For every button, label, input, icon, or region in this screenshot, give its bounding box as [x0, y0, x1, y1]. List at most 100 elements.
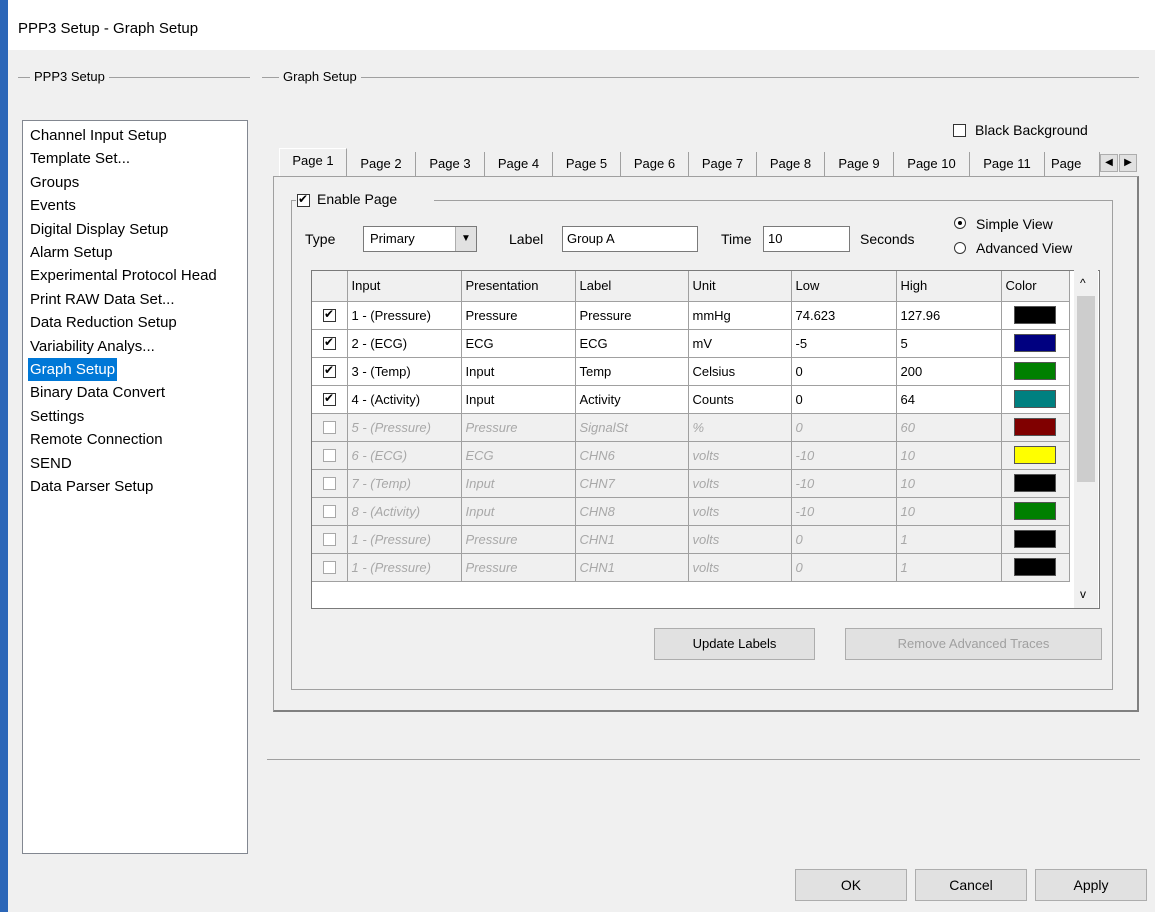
nav-item[interactable]: Events [28, 194, 78, 217]
cell-high[interactable]: 127.96 [896, 301, 1002, 330]
color-swatch[interactable] [1013, 502, 1056, 520]
grid-scroll-thumb[interactable] [1077, 296, 1095, 482]
row-enable-checkbox[interactable]: ✔ [323, 307, 336, 322]
cell-presentation[interactable]: ECG [461, 441, 576, 470]
color-swatch[interactable] [1013, 390, 1056, 408]
cell-unit[interactable]: Counts [688, 385, 792, 414]
color-swatch[interactable] [1013, 558, 1056, 576]
cell-presentation[interactable]: Pressure [461, 553, 576, 582]
cell-low[interactable]: -10 [791, 469, 897, 498]
tab-page[interactable]: Page [1045, 152, 1100, 178]
cell-low[interactable]: 0 [791, 553, 897, 582]
cell-low[interactable]: 74.623 [791, 301, 897, 330]
cell-presentation[interactable]: Input [461, 385, 576, 414]
table-row[interactable]: 7 - (Temp) Input CHN7 volts -10 10 [312, 469, 1070, 498]
cell-color[interactable] [1001, 385, 1070, 414]
cell-unit[interactable]: volts [688, 553, 792, 582]
enable-page-checkbox[interactable]: ✔ [297, 192, 310, 207]
row-enable-checkbox[interactable] [323, 448, 336, 462]
tab-scroll-right-button[interactable]: ▶ [1119, 154, 1137, 172]
cell-presentation[interactable]: Pressure [461, 525, 576, 554]
nav-item[interactable]: Template Set... [28, 147, 132, 170]
color-swatch[interactable] [1013, 474, 1056, 492]
nav-item[interactable]: Experimental Protocol Head [28, 264, 219, 287]
cell-input[interactable]: 3 - (Temp) [347, 357, 462, 386]
nav-item[interactable]: Groups [28, 171, 81, 194]
cell-high[interactable]: 1 [896, 553, 1002, 582]
advanced-view-radio[interactable] [954, 242, 966, 254]
cell-presentation[interactable]: Input [461, 497, 576, 526]
table-row[interactable]: 1 - (Pressure) Pressure CHN1 volts 0 1 [312, 553, 1070, 582]
row-enable-checkbox[interactable] [323, 504, 336, 518]
cell-low[interactable]: -10 [791, 441, 897, 470]
tab-page-8[interactable]: Page 8 [757, 152, 825, 178]
cell-label[interactable]: CHN7 [575, 469, 689, 498]
color-swatch[interactable] [1013, 334, 1056, 352]
cell-input[interactable]: 6 - (ECG) [347, 441, 462, 470]
cell-color[interactable] [1001, 413, 1070, 442]
apply-button[interactable]: Apply [1035, 869, 1147, 901]
tab-page-1[interactable]: Page 1 [279, 148, 347, 178]
label-input[interactable]: Group A [562, 226, 698, 252]
table-row[interactable]: 5 - (Pressure) Pressure SignalSt% 0 60 [312, 413, 1070, 442]
cell-presentation[interactable]: Input [461, 357, 576, 386]
cell-unit[interactable]: volts [688, 525, 792, 554]
cell-input[interactable]: 1 - (Pressure) [347, 301, 462, 330]
tab-page-3[interactable]: Page 3 [416, 152, 485, 178]
cell-high[interactable]: 5 [896, 329, 1002, 358]
tab-page-9[interactable]: Page 9 [825, 152, 894, 178]
simple-view-radio[interactable] [954, 217, 966, 229]
cell-low[interactable]: -10 [791, 497, 897, 526]
row-enable-checkbox[interactable] [323, 476, 336, 490]
row-enable-checkbox[interactable]: ✔ [323, 391, 336, 406]
type-select[interactable]: Primary ▼ [363, 226, 477, 252]
nav-item[interactable]: Data Reduction Setup [28, 311, 179, 334]
row-enable-checkbox[interactable] [323, 560, 336, 574]
cell-label[interactable]: Pressure [575, 301, 689, 330]
cell-low[interactable]: 0 [791, 385, 897, 414]
tab-page-4[interactable]: Page 4 [485, 152, 553, 178]
cell-presentation[interactable]: Input [461, 469, 576, 498]
cell-input[interactable]: 1 - (Pressure) [347, 553, 462, 582]
nav-item[interactable]: Print RAW Data Set... [28, 288, 177, 311]
cell-label[interactable]: CHN1 [575, 525, 689, 554]
nav-item[interactable]: Data Parser Setup [28, 475, 155, 498]
nav-list[interactable]: Channel Input Setup Template Set... Groups… [22, 120, 248, 854]
cell-presentation[interactable]: Pressure [461, 301, 576, 330]
table-row[interactable]: ✔ 4 - (Activity) Input Activity Counts 0 64 [312, 385, 1070, 414]
cell-high[interactable]: 200 [896, 357, 1002, 386]
cell-high[interactable]: 10 [896, 497, 1002, 526]
cell-label[interactable]: ECG [575, 329, 689, 358]
cell-unit[interactable]: mV [688, 329, 792, 358]
cell-input[interactable]: 7 - (Temp) [347, 469, 462, 498]
nav-item[interactable]: Variability Analys... [28, 335, 157, 358]
cell-input[interactable]: 1 - (Pressure) [347, 525, 462, 554]
cell-label[interactable]: Temp [575, 357, 689, 386]
nav-item[interactable]: Digital Display Setup [28, 218, 170, 241]
color-swatch[interactable] [1013, 362, 1056, 380]
cell-label[interactable]: SignalSt [575, 413, 689, 442]
row-enable-checkbox[interactable] [323, 420, 336, 434]
table-row[interactable]: 8 - (Activity) Input CHN8 volts -10 10 [312, 497, 1070, 526]
cell-color[interactable] [1001, 441, 1070, 470]
table-row[interactable]: 1 - (Pressure) Pressure CHN1 volts 0 1 [312, 525, 1070, 554]
nav-item[interactable]: Alarm Setup [28, 241, 115, 264]
cell-input[interactable]: 2 - (ECG) [347, 329, 462, 358]
cell-label[interactable]: CHN6 [575, 441, 689, 470]
cell-high[interactable]: 10 [896, 469, 1002, 498]
nav-item[interactable]: Channel Input Setup [28, 124, 169, 147]
cell-color[interactable] [1001, 301, 1070, 330]
remove-advanced-traces-button[interactable]: Remove Advanced Traces [845, 628, 1102, 660]
time-input[interactable]: 10 [763, 226, 850, 252]
chevron-down-icon[interactable]: ▼ [455, 227, 476, 251]
cell-presentation[interactable]: ECG [461, 329, 576, 358]
color-swatch[interactable] [1013, 306, 1056, 324]
nav-item[interactable]: Settings [28, 405, 86, 428]
tab-page-5[interactable]: Page 5 [553, 152, 621, 178]
cell-unit[interactable]: % [688, 413, 792, 442]
cancel-button[interactable]: Cancel [915, 869, 1027, 901]
cell-unit[interactable]: mmHg [688, 301, 792, 330]
cell-unit[interactable]: volts [688, 469, 792, 498]
tab-page-7[interactable]: Page 7 [689, 152, 757, 178]
tab-page-11[interactable]: Page 11 [970, 152, 1045, 178]
